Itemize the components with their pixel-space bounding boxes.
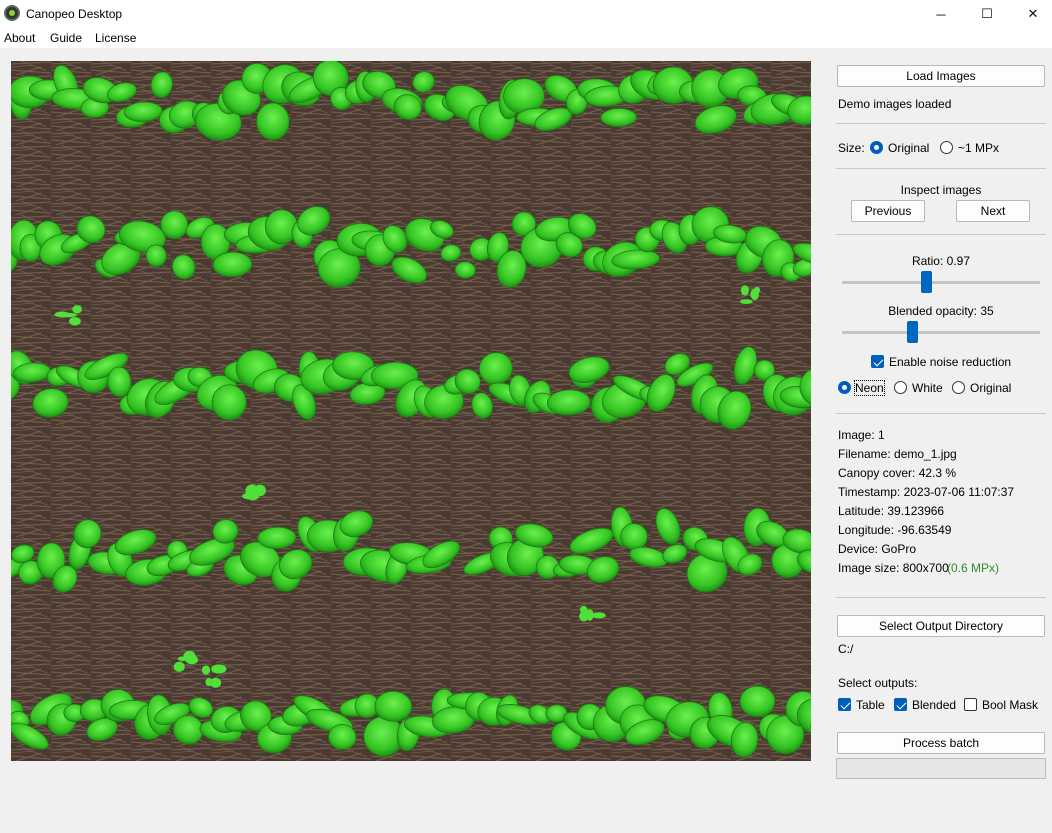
divider xyxy=(836,413,1046,414)
weed-leaf xyxy=(592,612,606,619)
blended-canopy-image xyxy=(11,61,811,761)
info-latitude: Latitude: 39.123966 xyxy=(838,504,945,518)
app-logo-icon xyxy=(4,5,20,21)
weed-leaf xyxy=(201,665,211,675)
divider xyxy=(836,123,1046,124)
output-path-text: C:/ xyxy=(838,642,854,656)
image-viewer[interactable] xyxy=(11,61,811,761)
output-table-label[interactable]: Table xyxy=(856,698,885,712)
control-panel: Load Images Demo images loaded Size: Ori… xyxy=(836,61,1046,781)
close-button[interactable]: ✕ xyxy=(1010,0,1052,28)
info-device: Device: GoPro xyxy=(838,542,917,556)
weed-leaf xyxy=(241,493,257,500)
inspect-images-label: Inspect images xyxy=(900,183,982,197)
weed-leaf xyxy=(173,661,185,672)
info-longitude: Longitude: -96.63549 xyxy=(838,523,952,537)
noise-reduction-checkbox[interactable] xyxy=(871,355,884,368)
canopy-leaf xyxy=(600,108,637,127)
size-original-radio[interactable] xyxy=(870,141,883,154)
process-batch-button[interactable]: Process batch xyxy=(837,732,1045,754)
weed-leaf xyxy=(253,484,266,497)
opacity-slider-track[interactable] xyxy=(842,331,1040,334)
info-image: Image: 1 xyxy=(838,428,885,442)
select-outputs-label: Select outputs: xyxy=(838,676,918,690)
ratio-label: Ratio: 0.97 xyxy=(911,254,971,268)
weed-leaf xyxy=(750,288,760,301)
weed-leaf xyxy=(210,677,222,688)
info-canopy-cover: Canopy cover: 42.3 % xyxy=(838,466,957,480)
window-title: Canopeo Desktop xyxy=(26,7,123,21)
load-images-button[interactable]: Load Images xyxy=(837,65,1045,87)
weed-leaf xyxy=(69,316,81,326)
menu-about[interactable]: About xyxy=(4,31,35,45)
info-image-mpx: (0.6 MPx) xyxy=(947,561,1000,575)
title-bar: Canopeo Desktop ─ ☐ ✕ xyxy=(0,0,1052,28)
size-original-label[interactable]: Original xyxy=(888,141,929,155)
weed-leaf xyxy=(739,299,753,304)
color-white-radio[interactable] xyxy=(894,381,907,394)
select-output-directory-button[interactable]: Select Output Directory xyxy=(837,615,1045,637)
minimize-button[interactable]: ─ xyxy=(918,0,964,28)
divider xyxy=(836,234,1046,235)
weed-leaf xyxy=(740,285,749,296)
color-neon-label[interactable]: Neon xyxy=(854,380,885,396)
weed-leaf xyxy=(72,305,82,314)
load-status-text: Demo images loaded xyxy=(838,97,952,111)
output-table-checkbox[interactable] xyxy=(838,698,851,711)
canopy-leaf xyxy=(160,210,189,240)
output-blended-checkbox[interactable] xyxy=(894,698,907,711)
blended-opacity-label: Blended opacity: 35 xyxy=(888,304,994,318)
weed-leaf xyxy=(185,655,199,665)
info-image-size: Image size: 800x700 xyxy=(838,561,949,575)
output-bool-mask-label[interactable]: Bool Mask xyxy=(982,698,1038,712)
size-label: Size: xyxy=(838,141,865,155)
color-original-radio[interactable] xyxy=(952,381,965,394)
menu-license[interactable]: License xyxy=(95,31,136,45)
color-neon-radio[interactable] xyxy=(838,381,851,394)
divider xyxy=(836,168,1046,169)
output-blended-label[interactable]: Blended xyxy=(912,698,956,712)
maximize-button[interactable]: ☐ xyxy=(964,0,1010,28)
info-timestamp: Timestamp: 2023-07-06 11:07:37 xyxy=(838,485,1015,499)
weed-leaf xyxy=(61,312,77,318)
size-1mpx-radio[interactable] xyxy=(940,141,953,154)
output-bool-mask-checkbox[interactable] xyxy=(964,698,977,711)
menu-bar: About Guide License xyxy=(0,28,1052,48)
next-button[interactable]: Next xyxy=(956,200,1030,222)
info-filename: Filename: demo_1.jpg xyxy=(838,447,957,461)
canopy-leaf xyxy=(374,690,413,722)
ratio-slider-track[interactable] xyxy=(842,281,1040,284)
progress-bar xyxy=(836,758,1046,779)
canopy-leaf xyxy=(739,685,776,718)
previous-button[interactable]: Previous xyxy=(851,200,925,222)
divider xyxy=(836,597,1046,598)
size-1mpx-label[interactable]: ~1 MPx xyxy=(958,141,999,155)
color-white-label[interactable]: White xyxy=(912,381,943,395)
color-original-label[interactable]: Original xyxy=(970,381,1011,395)
ratio-slider-thumb[interactable] xyxy=(920,271,932,293)
menu-guide[interactable]: Guide xyxy=(50,31,82,45)
opacity-slider-thumb[interactable] xyxy=(907,321,919,343)
weed-leaf xyxy=(579,605,588,614)
weed-leaf xyxy=(211,664,227,674)
noise-reduction-label[interactable]: Enable noise reduction xyxy=(889,355,1011,369)
